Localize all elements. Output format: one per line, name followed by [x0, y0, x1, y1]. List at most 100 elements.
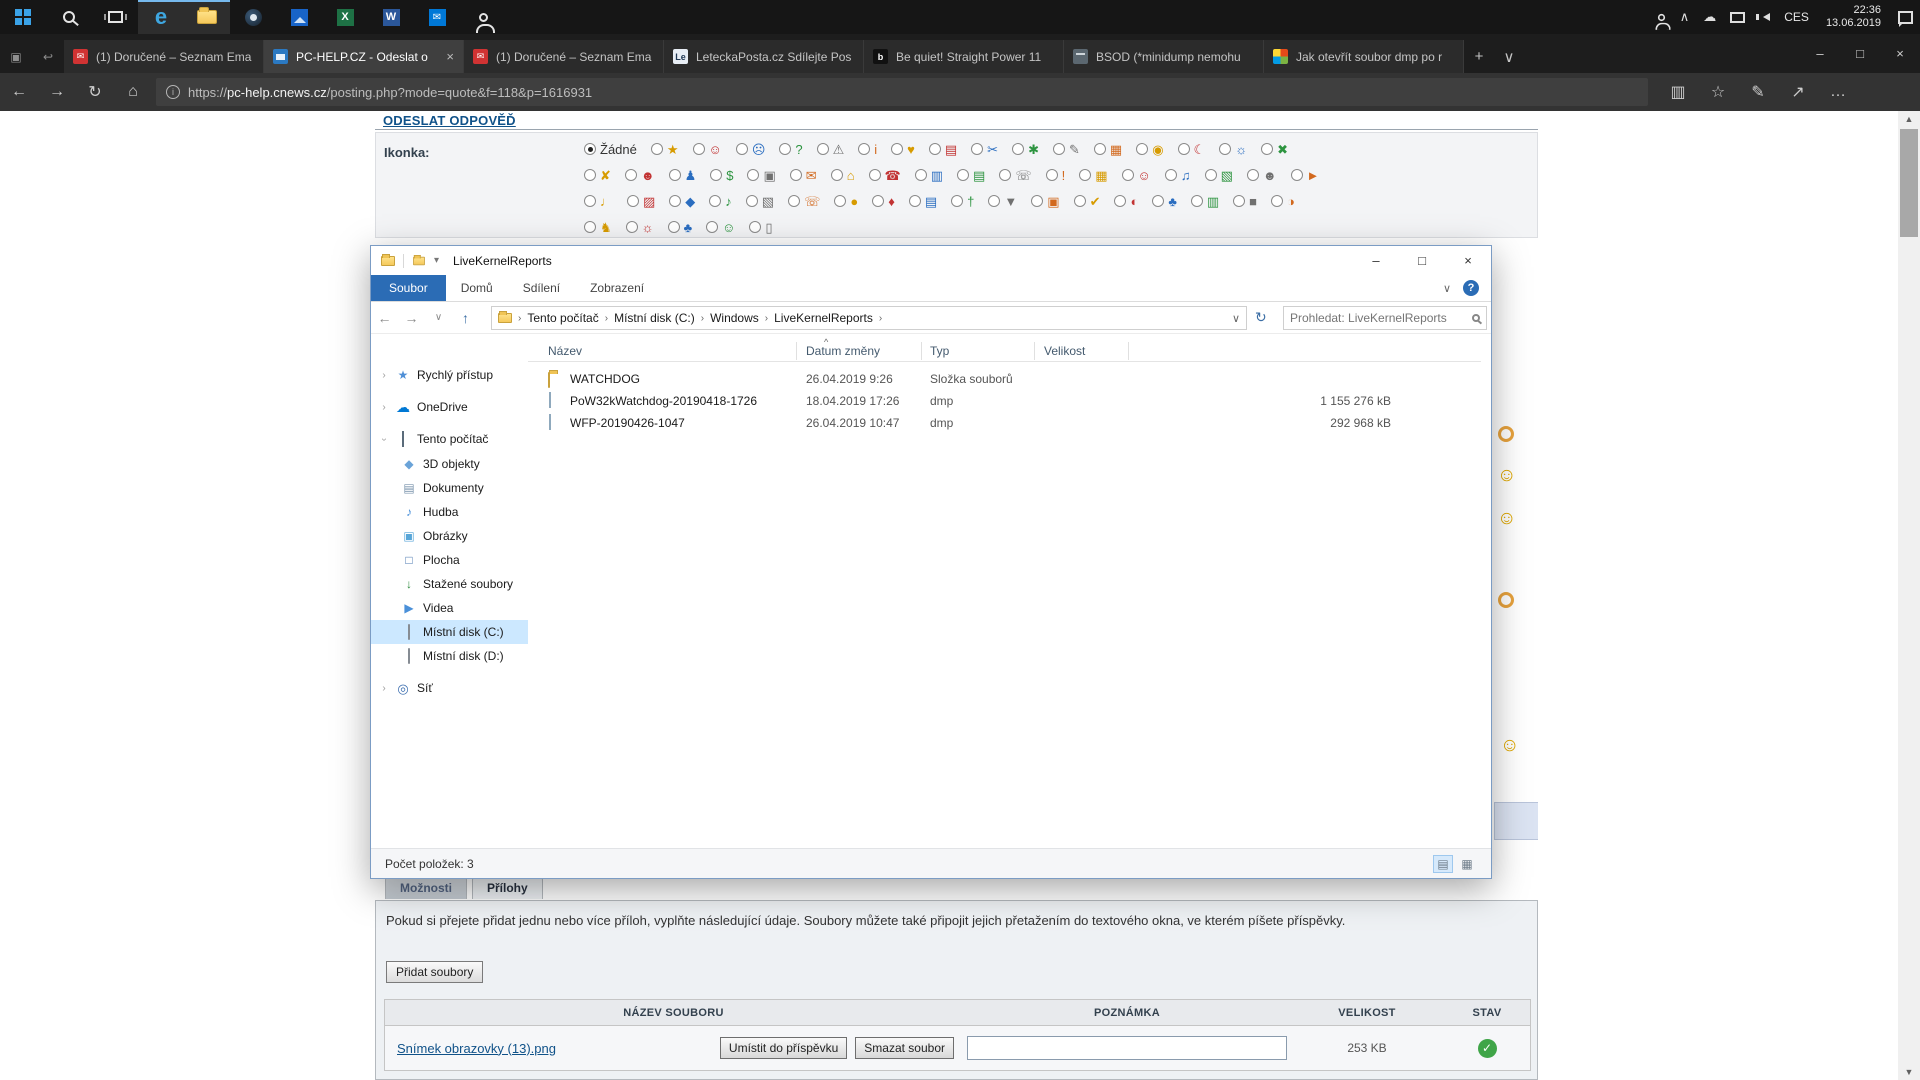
topic-icon-option[interactable]: ✱	[1012, 143, 1039, 156]
topic-icon-option[interactable]: ▨	[627, 195, 655, 208]
qat-folder-icon[interactable]	[413, 256, 425, 265]
topic-icon-option[interactable]: ■	[1233, 195, 1257, 208]
radio-icon[interactable]	[584, 169, 596, 181]
add-files-button[interactable]: Přidat soubory	[386, 961, 483, 983]
topic-icon-option[interactable]: ☏	[999, 169, 1031, 182]
radio-icon[interactable]	[669, 169, 681, 181]
post-reply-heading[interactable]: ODESLAT ODPOVĚĎ	[383, 113, 516, 128]
share-button[interactable]: ↗	[1778, 73, 1818, 111]
menu-home[interactable]: Domů	[446, 275, 508, 301]
radio-icon[interactable]	[831, 169, 843, 181]
taskbar-word-button[interactable]: W	[368, 0, 414, 34]
column-type[interactable]: Typ	[930, 344, 949, 358]
explorer-title-bar[interactable]: ▾ LiveKernelReports – □ ×	[371, 246, 1491, 275]
language-indicator[interactable]: CES	[1777, 0, 1816, 34]
radio-icon[interactable]	[788, 195, 800, 207]
radio-icon[interactable]	[999, 169, 1011, 181]
topic-icon-option[interactable]: ◉	[1136, 143, 1163, 156]
breadcrumb-this-pc[interactable]: Tento počítač	[527, 311, 598, 325]
explorer-search-input[interactable]	[1290, 311, 1468, 325]
icon-option-none[interactable]: Žádné	[584, 142, 637, 157]
place-inline-button[interactable]: Umístit do příspěvku	[720, 1037, 847, 1059]
scrollbar-thumb[interactable]	[1900, 129, 1918, 237]
sidebar-desktop[interactable]: Plocha	[371, 548, 528, 572]
tab-attachments[interactable]: Přílohy	[472, 876, 543, 899]
explorer-up-button[interactable]: ↑	[452, 310, 479, 326]
topic-icon-option[interactable]: ◐	[1114, 195, 1138, 208]
radio-icon[interactable]	[858, 143, 870, 155]
browser-tab-5[interactable]: Be quiet! Straight Power 11	[864, 40, 1064, 73]
breadcrumb-windows[interactable]: Windows	[710, 311, 759, 325]
taskbar-photos-button[interactable]	[276, 0, 322, 34]
radio-icon[interactable]	[909, 195, 921, 207]
radio-icon[interactable]	[584, 195, 596, 207]
topic-icon-option[interactable]: ▧	[1205, 169, 1233, 182]
radio-icon[interactable]	[1219, 143, 1231, 155]
topic-icon-option[interactable]: ▣	[1031, 195, 1059, 208]
forward-button[interactable]: →	[38, 73, 76, 111]
tray-volume-icon[interactable]	[1752, 0, 1777, 34]
large-icons-view-button[interactable]: ▦	[1457, 855, 1477, 873]
radio-icon[interactable]	[627, 195, 639, 207]
scroll-up-arrow[interactable]: ▲	[1898, 114, 1920, 124]
topic-icon-option[interactable]: ✖	[1261, 143, 1288, 156]
topic-icon-option[interactable]: ♦	[872, 195, 895, 208]
radio-icon[interactable]	[891, 143, 903, 155]
column-name[interactable]: Název	[548, 344, 582, 358]
task-view-button[interactable]	[92, 0, 138, 34]
breadcrumb-livekernelreports[interactable]: LiveKernelReports	[774, 311, 873, 325]
clock[interactable]: 22:36 13.06.2019	[1816, 4, 1891, 30]
window-close-button[interactable]: ×	[1880, 34, 1920, 73]
topic-icon-option[interactable]: ✉	[790, 169, 817, 182]
topic-icon-option[interactable]: ▤	[929, 143, 957, 156]
explorer-maximize-button[interactable]: □	[1399, 246, 1445, 275]
radio-icon[interactable]	[957, 169, 969, 181]
sidebar-quick-access[interactable]: ›Rychlý přístup	[371, 363, 528, 387]
help-icon[interactable]: ?	[1463, 280, 1479, 296]
radio-icon[interactable]	[651, 143, 663, 155]
browser-tab-7[interactable]: Jak otevřít soubor dmp po r	[1264, 40, 1464, 73]
radio-icon[interactable]	[1053, 143, 1065, 155]
scroll-down-arrow[interactable]: ▼	[1898, 1067, 1920, 1077]
radio-icon[interactable]	[1178, 143, 1190, 155]
topic-icon-option[interactable]: ☏	[788, 195, 820, 208]
radio-icon[interactable]	[1271, 195, 1283, 207]
smiley-fragment[interactable]: ☺	[1497, 466, 1516, 485]
new-tab-button[interactable]: +	[1464, 40, 1494, 73]
radio-selected-icon[interactable]	[584, 143, 596, 155]
browser-tab-2-active[interactable]: PC-HELP.CZ - Odeslat o×	[264, 40, 464, 73]
topic-icon-option[interactable]: ▯	[749, 221, 772, 234]
menu-view[interactable]: Zobrazení	[575, 275, 659, 301]
attachment-filename-link[interactable]: Snímek obrazovky (13).png	[397, 1041, 556, 1056]
more-options-button[interactable]: …	[1818, 73, 1858, 111]
taskbar-people-button[interactable]	[460, 0, 506, 34]
topic-icon-option[interactable]: ⚠	[817, 143, 845, 156]
onedrive-tray-icon[interactable]: ☁	[1696, 0, 1723, 34]
action-center-button[interactable]	[1891, 0, 1920, 34]
menu-file[interactable]: Soubor	[371, 275, 446, 301]
topic-icon-option[interactable]: ▧	[746, 195, 774, 208]
radio-icon[interactable]	[1079, 169, 1091, 181]
topic-icon-option[interactable]: $	[710, 169, 733, 182]
radio-icon[interactable]	[790, 169, 802, 181]
radio-icon[interactable]	[872, 195, 884, 207]
start-button[interactable]	[0, 0, 46, 34]
smiley-fragment[interactable]	[1498, 426, 1514, 442]
topic-icon-option[interactable]: ▦	[1079, 169, 1107, 182]
sidebar-music[interactable]: Hudba	[371, 500, 528, 524]
address-dropdown-icon[interactable]: ∨	[1232, 312, 1240, 325]
radio-icon[interactable]	[869, 169, 881, 181]
tray-display-icon[interactable]	[1723, 0, 1752, 34]
tab-close-icon[interactable]: ×	[446, 49, 454, 64]
topic-icon-option[interactable]: ▣	[747, 169, 775, 182]
address-bar[interactable]: i https://pc-help.cnews.cz/posting.php?m…	[156, 78, 1648, 106]
radio-icon[interactable]	[668, 221, 680, 233]
radio-icon[interactable]	[988, 195, 1000, 207]
browser-tab-4[interactable]: LeteckaPosta.cz Sdílejte Pos	[664, 40, 864, 73]
topic-icon-option[interactable]: †	[951, 195, 974, 208]
topic-icon-option[interactable]: ▼	[988, 195, 1017, 208]
expander-icon[interactable]: ›	[379, 402, 389, 413]
topic-icon-option[interactable]: ☼	[626, 221, 654, 234]
topic-icon-option[interactable]: ✔	[1074, 195, 1101, 208]
details-view-button[interactable]: ▤	[1433, 855, 1453, 873]
